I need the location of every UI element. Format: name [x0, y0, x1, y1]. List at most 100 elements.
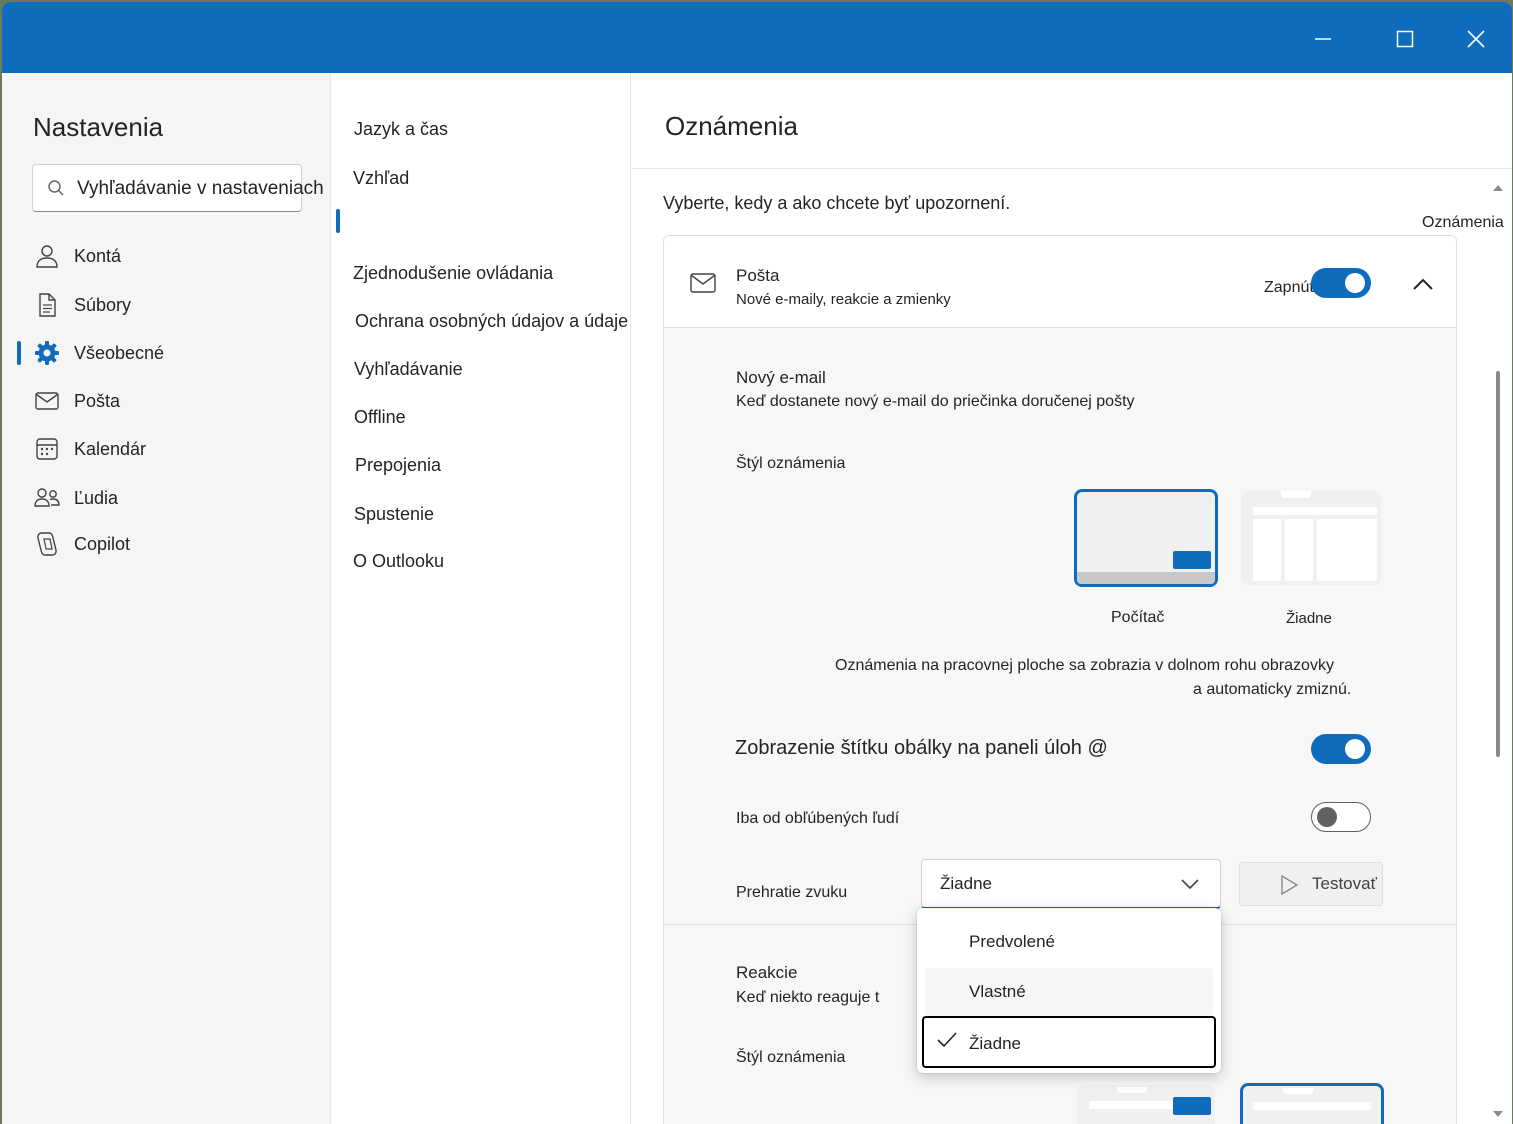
chevron-down-icon [1180, 874, 1200, 899]
sidebar-item-people[interactable]: Ľudia [32, 481, 118, 515]
toggle-label: Zapnúť [1264, 279, 1316, 296]
subnav-item-about[interactable]: O Outlooku [353, 551, 444, 572]
preview-toast [1173, 1097, 1211, 1115]
maximize-button[interactable] [1390, 24, 1420, 54]
copilot-icon [32, 529, 62, 559]
badge-label: Zobrazenie štítku obálky na paneli úloh … [735, 737, 1108, 759]
style-note: a automaticky zmiznú. [1193, 681, 1352, 698]
sound-label: Prehratie zvuku [736, 884, 848, 901]
play-icon [1278, 874, 1300, 901]
mail-card-header[interactable]: Pošta Nové e-maily, reakcie a zmienky Za… [664, 236, 1456, 328]
sidebar-item-calendar[interactable]: Kalendár [32, 432, 146, 466]
menu-item-label: Žiadne [969, 1034, 1021, 1053]
sidebar-item-mail[interactable]: Pošta [32, 384, 120, 418]
search-icon [47, 179, 65, 202]
close-button[interactable] [1461, 24, 1491, 54]
style-option-label: Žiadne [1286, 610, 1332, 627]
new-email-description: Keď dostanete nový e-mail do priečinka d… [736, 393, 1135, 410]
menu-item-none[interactable]: Žiadne [922, 1016, 1216, 1068]
general-subnav: Jazyk a čas Vzhľad Zjednodušenie ovládan… [331, 73, 631, 1124]
menu-item-default[interactable]: Predvolené [925, 918, 1213, 966]
sidebar-item-label: Všeobecné [74, 342, 165, 363]
subnav-item-startup[interactable]: Spustenie [354, 504, 434, 525]
menu-item-custom[interactable]: Vlastné [925, 968, 1213, 1016]
subnav-item-connections[interactable]: Prepojenia [355, 455, 441, 476]
scroll-down-icon[interactable] [1493, 1105, 1503, 1123]
menu-item-label: Vlastné [969, 982, 1026, 1001]
floating-label: Oznámenia [1422, 214, 1504, 231]
sidebar-item-label: Kalendár [74, 438, 147, 459]
sidebar-item-files[interactable]: Súbory [32, 288, 131, 322]
maximize-icon [1396, 30, 1414, 48]
badge-toggle[interactable] [1311, 734, 1371, 764]
toggle-knob [1317, 807, 1337, 827]
test-button-label: Testovať [1312, 874, 1377, 893]
scrollbar-thumb[interactable] [1496, 371, 1500, 757]
mail-card-subtitle: Nové e-maily, reakcie a zmienky [736, 291, 951, 308]
reactions-style-label: Štýl oznámenia [736, 1049, 846, 1066]
search-text: Vyhľadávanie v nastaveniach [77, 178, 324, 199]
preview-notch [1283, 1088, 1313, 1094]
style-option-none[interactable] [1241, 491, 1381, 585]
settings-search-input[interactable]: Vyhľadávanie v nastaveniach [32, 164, 324, 212]
toggle-knob [1345, 739, 1365, 759]
sidebar-item-label: Súbory [74, 294, 132, 315]
mail-notifications-toggle[interactable] [1311, 268, 1371, 298]
subnav-item-language[interactable]: Jazyk a čas [354, 119, 448, 140]
scroll-up-icon[interactable] [1493, 179, 1503, 197]
pane-title: Oznámenia [665, 111, 798, 141]
reactions-style-option-none[interactable] [1240, 1083, 1384, 1124]
calendar-icon [32, 434, 62, 464]
settings-sidebar: Nastavenia Vyhľadávanie v nastaveniach K… [2, 73, 331, 1124]
favorites-label: Iba od obľúbených ľudí [736, 810, 900, 827]
active-indicator [336, 209, 340, 233]
divider [632, 168, 1512, 169]
mail-icon [32, 386, 62, 416]
subnav-item-offline[interactable]: Offline [354, 407, 406, 428]
menu-item-label: Predvolené [969, 932, 1056, 951]
sidebar-item-accounts[interactable]: Kontá [32, 239, 121, 273]
favorites-toggle[interactable] [1311, 802, 1371, 832]
sidebar-item-general[interactable]: Všeobecné [32, 336, 164, 370]
style-option-label: Počítač [1111, 609, 1165, 626]
toggle-knob [1345, 273, 1365, 293]
subnav-item-privacy[interactable]: Ochrana osobných údajov a údaje [355, 311, 628, 332]
title-bar [2, 2, 1512, 73]
reactions-style-option-desktop[interactable] [1077, 1085, 1215, 1124]
new-email-title: Nový e-mail [736, 368, 826, 387]
preview-notch [1117, 1087, 1147, 1093]
preview-list [1285, 519, 1313, 581]
preview-header [1253, 507, 1377, 515]
preview-header [1253, 1102, 1371, 1110]
sidebar-item-label: Kontá [74, 245, 122, 266]
minimize-button[interactable] [1308, 24, 1338, 54]
sound-dropdown[interactable]: Žiadne [921, 859, 1221, 909]
preview-toast [1173, 551, 1211, 569]
subnav-item-accessibility[interactable]: Zjednodušenie ovládania [353, 263, 553, 284]
reactions-description: Keď niekto reaguje t [736, 989, 880, 1006]
settings-title: Nastavenia [33, 112, 164, 142]
subnav-item-search[interactable]: Vyhľadávanie [354, 359, 463, 380]
style-option-desktop[interactable] [1074, 489, 1218, 587]
document-icon [32, 290, 62, 320]
sidebar-item-copilot[interactable]: Copilot [32, 527, 130, 561]
style-label: Štýl oznámenia [736, 455, 846, 472]
settings-window: Nastavenia Vyhľadávanie v nastaveniach K… [2, 2, 1512, 1124]
minimize-icon [1315, 38, 1331, 40]
sound-options-menu: Predvolené Vlastné Žiadne [917, 908, 1221, 1073]
sidebar-item-label: Copilot [74, 533, 131, 554]
gear-icon [32, 338, 62, 368]
preview-nav [1253, 519, 1281, 581]
person-icon [32, 241, 62, 271]
chevron-up-icon[interactable] [1412, 274, 1434, 301]
preview-reading [1317, 519, 1377, 581]
test-sound-button[interactable]: Testovať [1239, 862, 1383, 906]
people-icon [32, 483, 62, 513]
mail-icon [690, 272, 716, 299]
pane-description: Vyberte, kedy a ako chcete byť upozornen… [663, 193, 1011, 213]
close-icon [1467, 30, 1485, 48]
sidebar-item-label: Ľudia [74, 487, 119, 508]
checkmark-icon [936, 1030, 958, 1055]
mail-card-title: Pošta [736, 266, 780, 285]
subnav-item-appearance[interactable]: Vzhľad [353, 168, 409, 189]
